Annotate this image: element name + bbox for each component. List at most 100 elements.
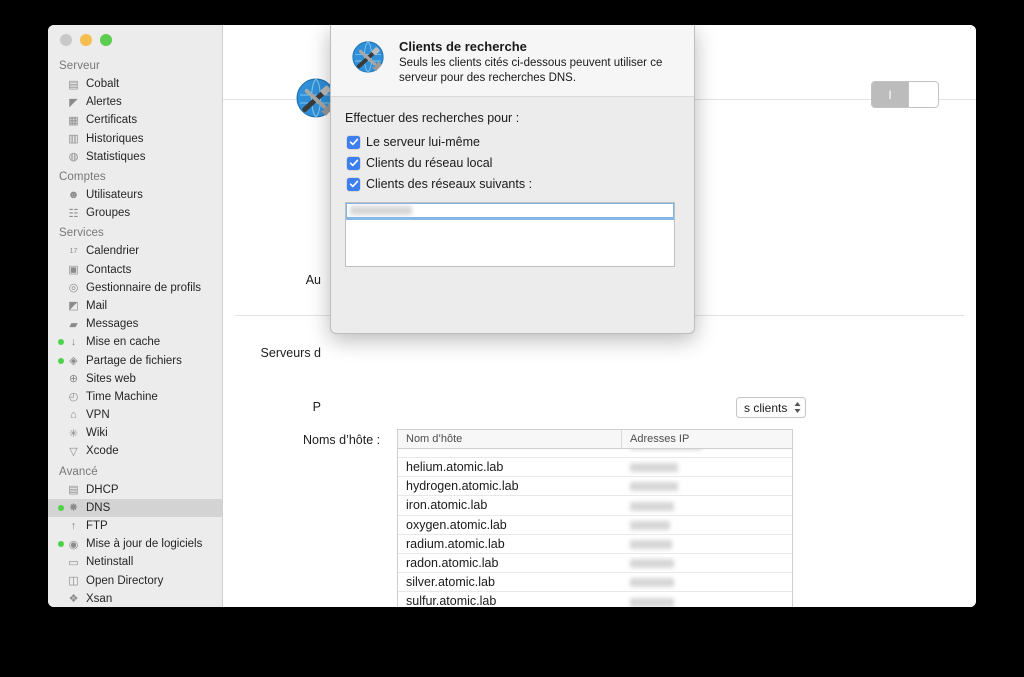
sidebar-item-label: DNS	[86, 501, 111, 514]
sidebar-item-ftp[interactable]: ↑ FTP	[48, 517, 222, 535]
redacted-ip-value	[630, 501, 674, 511]
status-indicator-off	[58, 559, 64, 565]
cell-ip	[622, 498, 792, 512]
redacted-ip-value	[630, 482, 678, 492]
websites-icon: ⊕	[68, 373, 79, 386]
table-row[interactable]: sulfur.atomic.lab	[398, 592, 792, 607]
sidebar-item-netinstall[interactable]: ▭ Netinstall	[48, 553, 222, 571]
table-row[interactable]: oxygen.atomic.lab	[398, 516, 792, 535]
sidebar-item-label: Alertes	[86, 96, 122, 109]
checkbox-row-following-networks[interactable]: Clients des réseaux suivants :	[347, 177, 532, 191]
sidebar-item-label: Gestionnaire de profils	[86, 281, 202, 294]
dialog-body: Effectuer des recherches pour : Le serve…	[331, 97, 694, 333]
hosts-table[interactable]: Nom d’hôte Adresses IP esx.atomic.lab hel…	[397, 429, 793, 607]
file-sharing-icon: ◈	[69, 355, 78, 368]
sidebar-item-label: Partage de fichiers	[86, 354, 182, 367]
close-button[interactable]	[60, 34, 72, 46]
sidebar-item-label: DHCP	[86, 483, 119, 496]
sidebar-item-alertes[interactable]: ◤ Alertes	[48, 93, 222, 111]
column-header-ip[interactable]: Adresses IP	[622, 430, 792, 448]
zoom-button[interactable]	[100, 34, 112, 46]
sidebar-item-label: Sites web	[86, 372, 136, 385]
sidebar-item-label: Mail	[86, 299, 108, 312]
sidebar-group-title: Services	[59, 227, 104, 240]
status-indicator-off	[58, 117, 64, 123]
sidebar-item-mise-jour-de-logiciels[interactable]: ◉ Mise à jour de logiciels	[48, 535, 222, 553]
minimize-button[interactable]	[80, 34, 92, 46]
cell-ip	[622, 460, 792, 474]
cell-hostname: hydrogen.atomic.lab	[406, 479, 519, 494]
status-indicator-off	[58, 267, 64, 273]
certificate-icon: ▦	[68, 114, 79, 127]
cell-ip	[622, 449, 792, 452]
redacted-ip-value	[630, 449, 702, 451]
caching-icon: ↓	[70, 336, 77, 349]
checkbox-row-server-itself[interactable]: Le serveur lui-même	[347, 135, 480, 149]
chevron-updown-icon	[794, 402, 801, 413]
checkmark-icon	[347, 135, 360, 149]
table-row[interactable]: silver.atomic.lab	[398, 573, 792, 593]
sidebar-item-time-machine[interactable]: ◴ Time Machine	[48, 388, 222, 406]
obscured-label-servers-row: Serveurs d	[260, 346, 321, 360]
sidebar-item-groupes[interactable]: ☷ Groupes	[48, 204, 222, 222]
table-row[interactable]: hydrogen.atomic.lab	[398, 477, 792, 497]
status-indicator-off	[58, 248, 64, 254]
sidebar-item-utilisateurs[interactable]: ☻ Utilisateurs	[48, 186, 222, 204]
networks-list[interactable]	[345, 202, 675, 267]
table-row[interactable]: radium.atomic.lab	[398, 535, 792, 554]
sidebar-item-label: Calendrier	[86, 245, 140, 258]
status-indicator-off	[58, 210, 64, 216]
table-row[interactable]: helium.atomic.lab	[398, 458, 792, 478]
traffic-lights	[60, 34, 112, 46]
sidebar-item-dhcp[interactable]: ▤ DHCP	[48, 481, 222, 499]
sidebar-item-certificats[interactable]: ▦ Certificats	[48, 111, 222, 129]
sidebar-item-open-directory[interactable]: ◫ Open Directory	[48, 572, 222, 590]
table-row[interactable]: iron.atomic.lab	[398, 496, 792, 516]
group-icon: ☷	[68, 207, 79, 220]
sidebar-item-xsan[interactable]: ❖ Xsan	[48, 590, 222, 607]
sidebar-item-gestionnaire-de-profils[interactable]: ◎ Gestionnaire de profils	[48, 279, 222, 297]
sidebar-item-label: Time Machine	[86, 390, 158, 403]
cell-ip	[622, 518, 792, 532]
sidebar-item-sites-web[interactable]: ⊕ Sites web	[48, 370, 222, 388]
vpn-lock-icon: ⌂	[70, 409, 77, 422]
mail-icon: ◩	[68, 300, 79, 313]
clients-popup-label: s clients	[744, 400, 788, 415]
sidebar-item-label: Groupes	[86, 207, 131, 220]
sidebar-item-mail[interactable]: ◩ Mail	[48, 297, 222, 315]
search-clients-dialog: Clients de recherche Seuls les clients c…	[330, 25, 695, 334]
table-row[interactable]: radon.atomic.lab	[398, 554, 792, 574]
sidebar-item-label: Cobalt	[86, 78, 120, 91]
sidebar-item-xcode[interactable]: ▽ Xcode	[48, 442, 222, 460]
status-indicator-off	[58, 99, 64, 105]
sidebar-item-label: Xsan	[86, 592, 113, 605]
sidebar-item-historiques[interactable]: ▥ Historiques	[48, 130, 222, 148]
list-item[interactable]	[346, 203, 674, 220]
clients-popup-button[interactable]: s clients	[736, 397, 807, 418]
sidebar-item-calendrier[interactable]: 17 Calendrier	[48, 242, 222, 260]
sidebar-item-contacts[interactable]: ▣ Contacts	[48, 261, 222, 279]
sidebar-item-mise-en-cache[interactable]: ↓ Mise en cache	[48, 333, 222, 351]
dhcp-icon: ▤	[68, 484, 79, 497]
dns-icon: ✸	[68, 502, 79, 515]
sidebar: Serveur ▤ Cobalt ◤ Alertes ▦ Certificats ▥ Histo…	[48, 25, 223, 607]
sidebar-item-vpn[interactable]: ⌂ VPN	[48, 406, 222, 424]
sidebar-item-dns[interactable]: ✸ DNS	[48, 498, 222, 517]
sidebar-item-partage-de-fichiers[interactable]: ◈ Partage de fichiers	[48, 351, 222, 369]
obscured-label-perform-row: P	[312, 400, 321, 414]
sidebar-item-messages[interactable]: ▰ Messages	[48, 315, 222, 333]
checkbox-row-local-network[interactable]: Clients du réseau local	[347, 156, 492, 170]
checkmark-icon	[347, 177, 360, 191]
user-icon: ☻	[67, 189, 80, 202]
table-row[interactable]: esx.atomic.lab	[398, 449, 792, 458]
sidebar-item-wiki[interactable]: ✳ Wiki	[48, 424, 222, 442]
cell-ip	[622, 479, 792, 493]
sidebar-item-cobalt[interactable]: ▤ Cobalt	[48, 75, 222, 93]
dialog-title: Clients de recherche	[399, 39, 527, 54]
sidebar-item-statistiques[interactable]: ◍ Statistiques	[48, 148, 222, 166]
column-header-hostname[interactable]: Nom d’hôte	[398, 430, 622, 448]
contacts-icon: ▣	[68, 264, 79, 277]
status-indicator-off	[58, 596, 64, 602]
sidebar-item-label: Mise en cache	[86, 336, 161, 349]
status-indicator-off	[58, 154, 64, 160]
